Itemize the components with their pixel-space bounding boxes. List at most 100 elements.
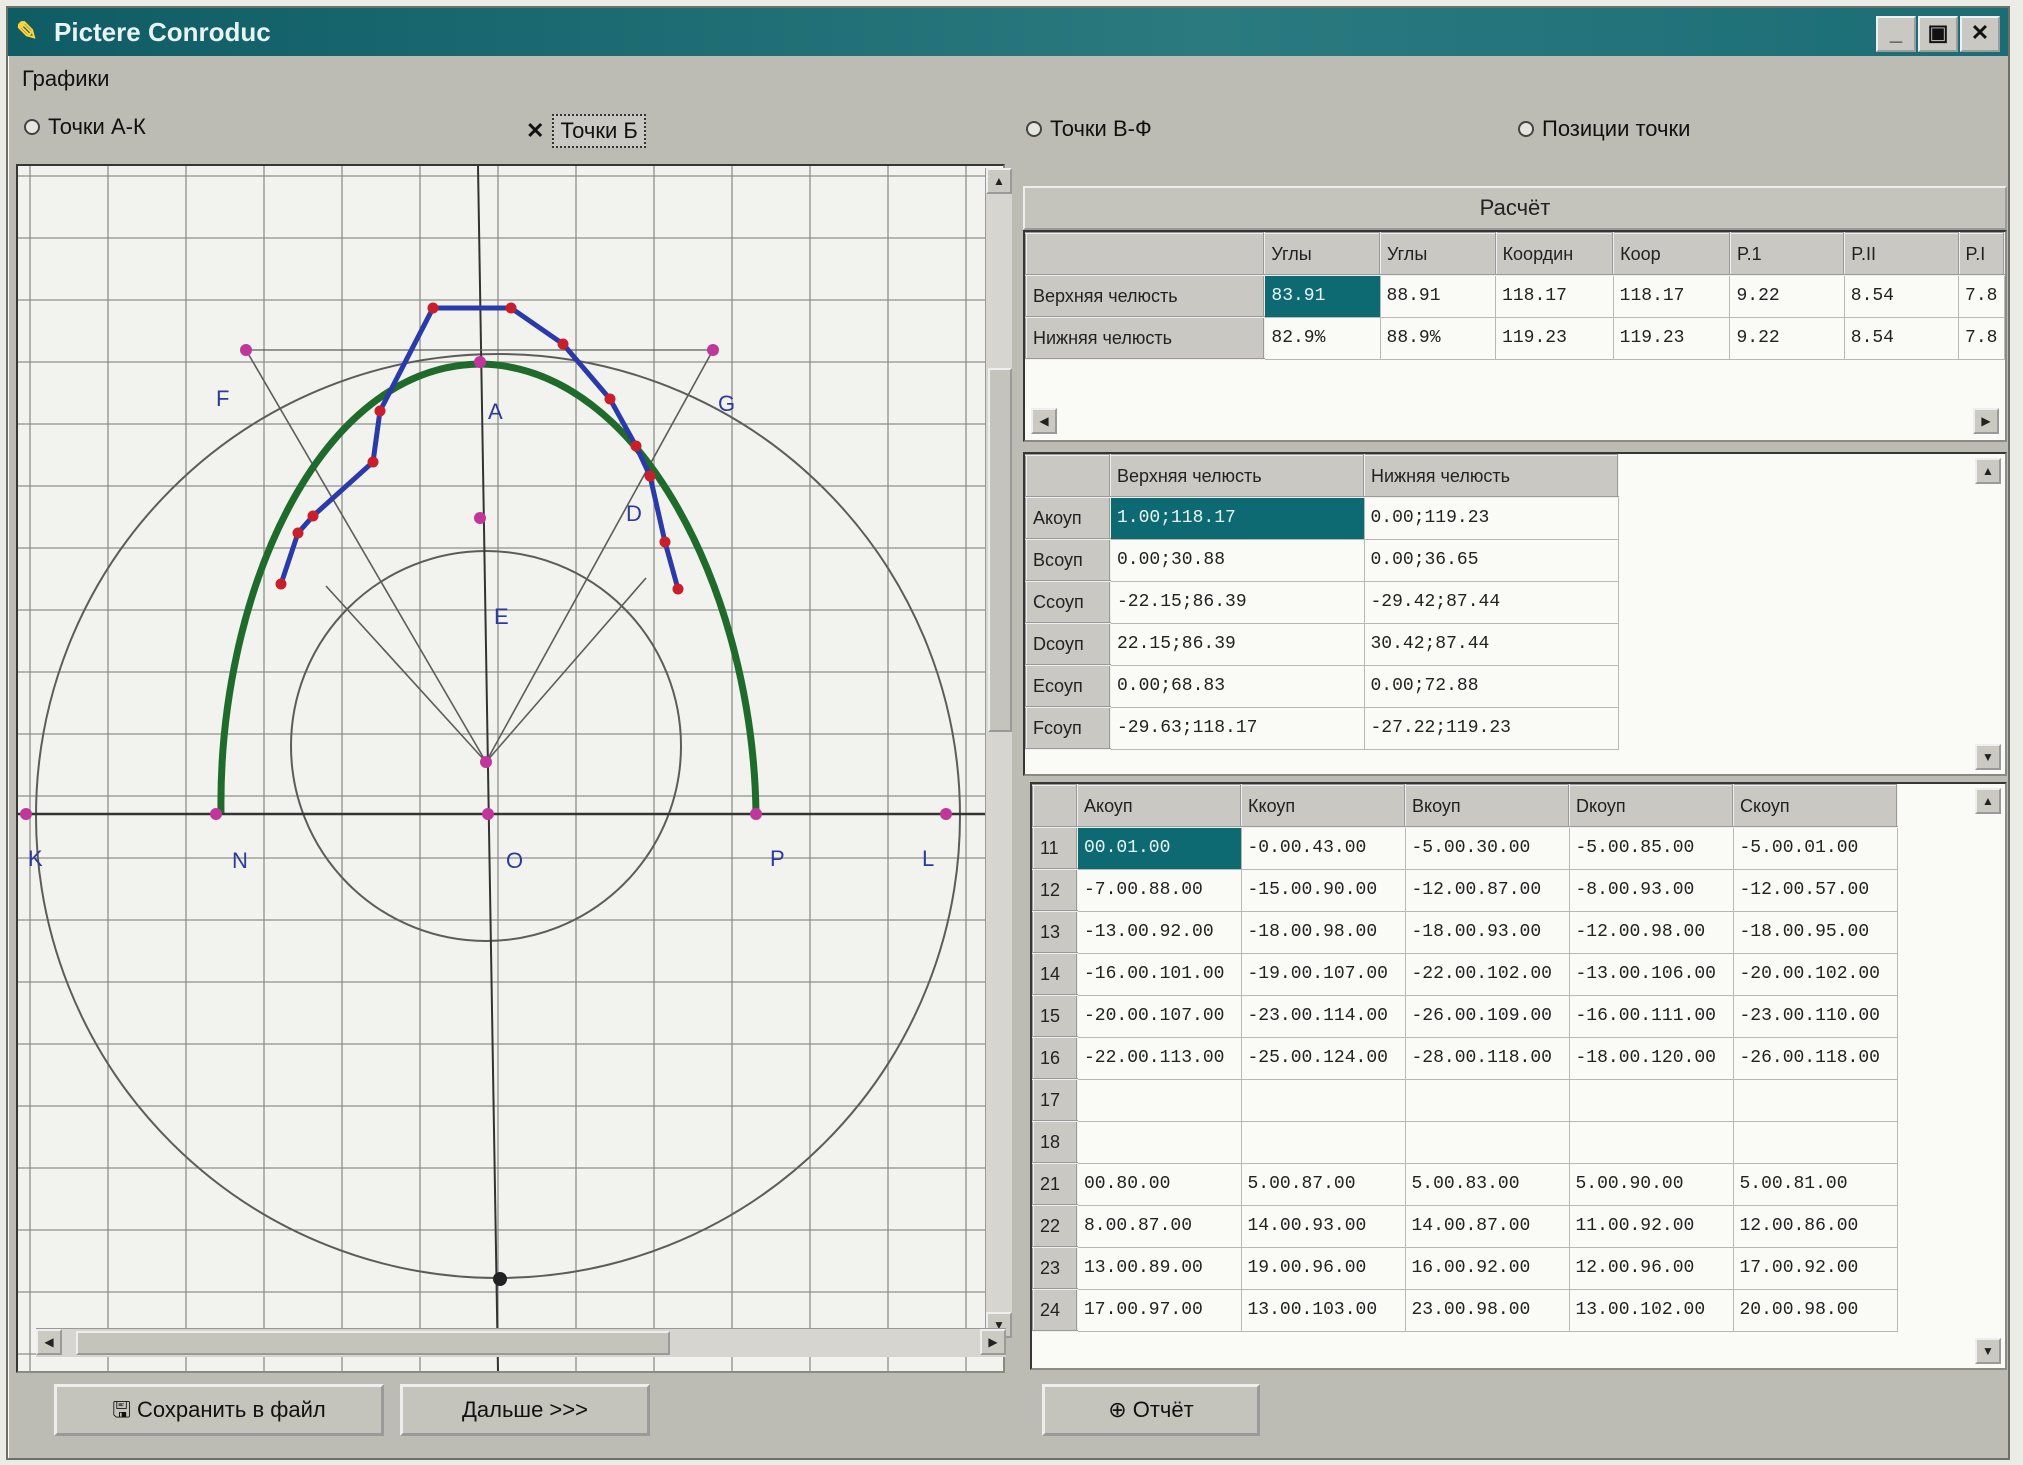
col-header[interactable]: Углы (1379, 232, 1497, 276)
col-header[interactable]: P.II (1843, 232, 1960, 276)
col-header[interactable]: P.1 (1728, 232, 1846, 276)
maximize-button[interactable]: ▣ (1918, 16, 1958, 52)
result-grid[interactable]: Углы Углы Координ Коор P.1 P.II P.I Верх… (1023, 230, 2007, 442)
cell[interactable]: -12.00.57.00 (1732, 868, 1898, 912)
cell[interactable]: -16.00.111.00 (1568, 994, 1734, 1038)
cell[interactable]: -18.00.98.00 (1240, 910, 1406, 954)
jaw-coordinates-grid[interactable]: Верхняя челюсть Нижняя челюсть Акоуп 1.00… (1023, 452, 2007, 776)
cell[interactable]: -28.00.118.00 (1404, 1036, 1570, 1080)
radio-points-a-k[interactable]: Точки А-К (24, 114, 146, 140)
cell[interactable]: 17.00.92.00 (1732, 1246, 1898, 1290)
cell[interactable]: 5.00.83.00 (1404, 1162, 1570, 1206)
col-header[interactable]: Нижняя челюсть (1363, 454, 1619, 498)
cell[interactable]: -20.00.102.00 (1732, 952, 1898, 996)
cell[interactable]: 14.00.87.00 (1404, 1204, 1570, 1248)
cell[interactable]: -5.00.85.00 (1568, 826, 1734, 870)
col-header[interactable]: Акоуп (1076, 784, 1242, 828)
cell[interactable]: -5.00.01.00 (1732, 826, 1898, 870)
col-header[interactable]: Ккоуп (1240, 784, 1406, 828)
cell[interactable]: 1.00;118.17 (1109, 496, 1365, 540)
cell[interactable]: -19.00.107.00 (1240, 952, 1406, 996)
cell[interactable]: 82.9% (1263, 316, 1381, 360)
scroll-up-arrow-icon[interactable]: ▲ (1975, 788, 2001, 814)
cell[interactable]: 13.00.89.00 (1076, 1246, 1242, 1290)
cell[interactable]: -22.00.113.00 (1076, 1036, 1242, 1080)
cell[interactable]: -12.00.87.00 (1404, 868, 1570, 912)
cell[interactable]: 9.22 (1729, 316, 1845, 360)
cell[interactable]: 7.8 (1958, 316, 2005, 360)
cell[interactable]: -13.00.92.00 (1076, 910, 1242, 954)
scroll-down-arrow-icon[interactable]: ▼ (1975, 744, 2001, 770)
cell[interactable]: 16.00.92.00 (1404, 1246, 1570, 1290)
cell[interactable]: 5.00.90.00 (1568, 1162, 1734, 1206)
cell[interactable]: -23.00.114.00 (1240, 994, 1406, 1038)
cell[interactable]: 19.00.96.00 (1240, 1246, 1406, 1290)
cell[interactable]: 0.00;36.65 (1363, 538, 1619, 582)
cell[interactable]: 7.8 (1958, 274, 2005, 318)
cell[interactable]: -18.00.93.00 (1404, 910, 1570, 954)
cell[interactable]: 30.42;87.44 (1363, 622, 1619, 666)
cell[interactable]: -16.00.101.00 (1076, 952, 1242, 996)
diagram-horizontal-scrollbar[interactable]: ◀ ▶ (36, 1328, 1006, 1357)
cell[interactable]: 14.00.93.00 (1240, 1204, 1406, 1248)
cell[interactable]: -29.63;118.17 (1109, 706, 1365, 750)
scroll-thumb[interactable] (988, 368, 1012, 732)
report-button[interactable]: ⊕ Отчёт (1042, 1384, 1260, 1436)
cell[interactable]: 88.9% (1379, 316, 1497, 360)
cell[interactable] (1732, 1078, 1898, 1122)
cell[interactable]: 23.00.98.00 (1404, 1288, 1570, 1332)
cell[interactable]: 5.00.87.00 (1240, 1162, 1406, 1206)
cell[interactable]: 118.17 (1495, 274, 1614, 318)
col-header[interactable]: Скоуп (1732, 784, 1898, 828)
col-header[interactable]: Вкоуп (1404, 784, 1570, 828)
cell[interactable]: -22.00.102.00 (1404, 952, 1570, 996)
cell[interactable]: -12.00.98.00 (1568, 910, 1734, 954)
scroll-left-arrow-icon[interactable]: ◀ (36, 1329, 62, 1355)
cell[interactable]: 11.00.92.00 (1568, 1204, 1734, 1248)
cell[interactable]: 0.00;72.88 (1363, 664, 1619, 708)
cell[interactable]: 12.00.96.00 (1568, 1246, 1734, 1290)
cell[interactable]: 119.23 (1495, 316, 1614, 360)
col-header[interactable]: Верхняя челюсть (1109, 454, 1365, 498)
cell[interactable]: 17.00.97.00 (1076, 1288, 1242, 1332)
cell[interactable]: 88.91 (1379, 274, 1497, 318)
cell[interactable]: 0.00;119.23 (1363, 496, 1619, 540)
cell[interactable] (1404, 1078, 1570, 1122)
cell[interactable]: 9.22 (1729, 274, 1845, 318)
cell[interactable]: 00.01.00 (1076, 826, 1242, 870)
cell[interactable]: 12.00.86.00 (1732, 1204, 1898, 1248)
cell[interactable]: -26.00.118.00 (1732, 1036, 1898, 1080)
scroll-up-arrow-icon[interactable]: ▲ (1975, 458, 2001, 484)
cell[interactable]: 83.91 (1263, 274, 1381, 318)
cell[interactable] (1404, 1120, 1570, 1164)
cell[interactable]: 0.00;30.88 (1109, 538, 1365, 582)
scroll-right-arrow-icon[interactable]: ▶ (980, 1329, 1006, 1355)
col-header[interactable]: Углы (1263, 232, 1382, 276)
cell[interactable]: 00.80.00 (1076, 1162, 1242, 1206)
diagram-vertical-scrollbar[interactable]: ▲ ▼ (985, 168, 1012, 1338)
cell[interactable]: -20.00.107.00 (1076, 994, 1242, 1038)
cell[interactable] (1732, 1120, 1898, 1164)
cell[interactable]: 13.00.103.00 (1240, 1288, 1406, 1332)
col-header[interactable]: P.I (1957, 232, 2005, 276)
cell[interactable]: -23.00.110.00 (1732, 994, 1898, 1038)
cell[interactable] (1240, 1120, 1406, 1164)
cell[interactable] (1568, 1078, 1734, 1122)
cell[interactable]: -5.00.30.00 (1404, 826, 1570, 870)
minimize-button[interactable]: _ (1876, 16, 1916, 52)
col-header[interactable]: Dкоуп (1568, 784, 1734, 828)
scroll-down-arrow-icon[interactable]: ▼ (1975, 1338, 2001, 1364)
cell[interactable]: 22.15;86.39 (1109, 622, 1365, 666)
cell[interactable]: -27.22;119.23 (1363, 706, 1619, 750)
col-header[interactable]: Координ (1494, 232, 1615, 276)
cell[interactable]: -0.00.43.00 (1240, 826, 1406, 870)
cell[interactable] (1240, 1078, 1406, 1122)
scroll-right-arrow-icon[interactable]: ▶ (1973, 408, 1999, 434)
cell[interactable]: 13.00.102.00 (1568, 1288, 1734, 1332)
cell[interactable]: 0.00;68.83 (1109, 664, 1365, 708)
radio-points-b[interactable]: ✕ Точки Б (526, 114, 646, 148)
menu-graphs[interactable]: Графики (22, 66, 109, 92)
radio-point-positions[interactable]: Позиции точки (1518, 116, 1690, 142)
scroll-thumb[interactable] (76, 1331, 670, 1355)
scroll-up-arrow-icon[interactable]: ▲ (986, 168, 1012, 194)
